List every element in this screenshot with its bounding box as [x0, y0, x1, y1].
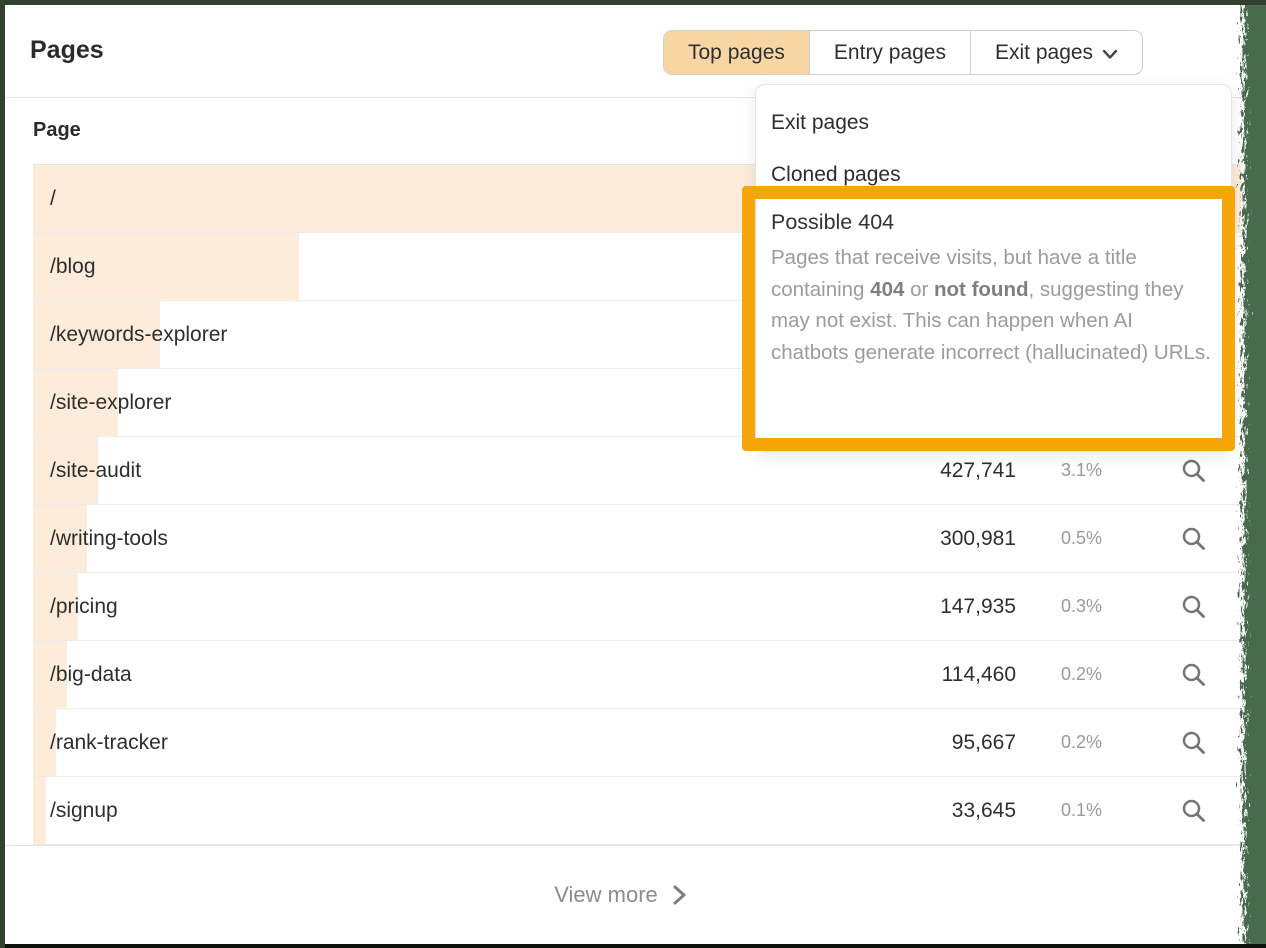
visits-value: 300,981 — [940, 505, 1016, 572]
magnifier-icon[interactable] — [1180, 797, 1207, 824]
tab-entry-pages[interactable]: Entry pages — [810, 31, 971, 74]
table-row[interactable]: /big-data 114,460 0.2% — [33, 641, 1241, 709]
page-url: /blog — [50, 233, 96, 300]
page-title: Pages — [30, 36, 104, 65]
dropdown-item-cloned-pages[interactable]: Cloned pages — [756, 149, 1231, 201]
table-footer: View more — [0, 846, 1241, 944]
tab-top-pages[interactable]: Top pages — [664, 31, 810, 74]
magnifier-icon[interactable] — [1180, 661, 1207, 688]
visits-value: 147,935 — [940, 573, 1016, 640]
share-value: 0.5% — [1061, 505, 1102, 572]
view-more-label: View more — [554, 882, 658, 908]
screenshot-frame: Pages Top pages Entry pages Exit pages P… — [0, 0, 1266, 948]
table-row[interactable]: /pricing 147,935 0.3% — [33, 573, 1241, 641]
view-tabs: Top pages Entry pages Exit pages — [663, 30, 1143, 75]
magnifier-icon[interactable] — [1180, 729, 1207, 756]
view-more-button[interactable]: View more — [554, 882, 687, 908]
share-value: 0.2% — [1061, 709, 1102, 776]
chevron-down-icon — [1102, 42, 1118, 66]
tab-label: Top pages — [688, 41, 785, 65]
page-url: /big-data — [50, 641, 132, 708]
dropdown-item-exit-pages[interactable]: Exit pages — [756, 97, 1231, 149]
tab-label: Exit pages — [995, 41, 1093, 65]
tab-label: Entry pages — [834, 41, 946, 65]
share-value: 0.2% — [1061, 641, 1102, 708]
page-url: /rank-tracker — [50, 709, 168, 776]
possible-404-description: Pages that receive visits, but have a ti… — [771, 242, 1216, 368]
page-url: /writing-tools — [50, 505, 168, 572]
chevron-right-icon — [672, 884, 687, 906]
table-row[interactable]: /rank-tracker 95,667 0.2% — [33, 709, 1241, 777]
visits-value: 95,667 — [952, 709, 1016, 776]
frame-border-top — [0, 0, 1266, 5]
dropdown-item-possible-404[interactable]: Possible 404 Pages that receive visits, … — [756, 201, 1231, 368]
table-row[interactable]: /writing-tools 300,981 0.5% — [33, 505, 1241, 573]
visits-value: 114,460 — [942, 641, 1016, 708]
exit-pages-dropdown: Exit pagesCloned pages Possible 404 Page… — [755, 84, 1232, 452]
magnifier-icon[interactable] — [1180, 593, 1207, 620]
frame-border-bottom — [0, 944, 1266, 948]
magnifier-icon[interactable] — [1180, 525, 1207, 552]
page-url: / — [50, 165, 56, 232]
tab-exit-pages[interactable]: Exit pages — [971, 31, 1142, 74]
page-url: /keywords-explorer — [50, 301, 227, 368]
share-value: 0.1% — [1061, 777, 1102, 844]
magnifier-icon[interactable] — [1180, 457, 1207, 484]
page-url: /signup — [50, 777, 118, 844]
page-url: /site-audit — [50, 437, 141, 504]
page-url: /pricing — [50, 573, 118, 640]
page-url: /site-explorer — [50, 369, 171, 436]
share-value: 0.3% — [1061, 573, 1102, 640]
table-row[interactable]: /signup 33,645 0.1% — [33, 777, 1241, 845]
column-header-page: Page — [33, 119, 81, 142]
visits-value: 33,645 — [952, 777, 1016, 844]
traffic-bar — [33, 777, 46, 844]
possible-404-title: Possible 404 — [771, 210, 1217, 235]
frame-border-left — [0, 0, 5, 948]
